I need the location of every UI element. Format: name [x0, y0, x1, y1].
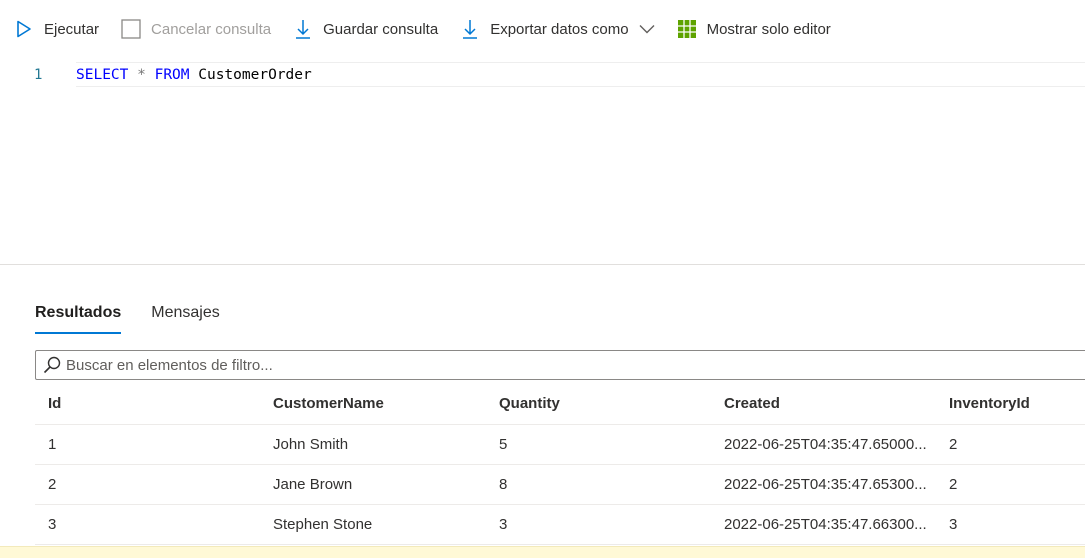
tab-messages[interactable]: Mensajes [151, 296, 219, 334]
search-icon [42, 355, 62, 375]
star-operator: * [128, 66, 155, 83]
table-identifier: CustomerOrder [189, 66, 312, 83]
table-cell: Jane Brown [273, 476, 353, 493]
query-text[interactable]: SELECT * FROM CustomerOrder [76, 62, 1085, 87]
table-cell: 1 [48, 436, 57, 453]
grid-header-row: Id CustomerName Quantity Created Invento… [35, 383, 1085, 425]
table-cell: 5 [499, 436, 508, 453]
column-header-quantity[interactable]: Quantity [486, 395, 711, 412]
filter-input[interactable] [66, 356, 966, 374]
cancel-query-label: Cancelar consulta [151, 20, 272, 38]
save-query-label: Guardar consulta [323, 20, 439, 38]
stop-icon [121, 19, 141, 39]
table-cell: 2022-06-25T04:35:47.65000... [724, 436, 927, 453]
query-toolbar: Ejecutar Cancelar consulta Guardar consu… [0, 0, 1085, 58]
keyword-from: FROM [154, 66, 190, 83]
table-cell: 2 [949, 436, 958, 453]
play-icon [14, 19, 34, 39]
line-number: 1 [34, 66, 43, 83]
table-row[interactable]: 3 Stephen Stone 3 2022-06-25T04:35:47.66… [35, 505, 1085, 545]
table-cell: 2 [949, 476, 958, 493]
column-header-id[interactable]: Id [35, 395, 260, 412]
table-cell: 3 [949, 516, 958, 533]
tab-results[interactable]: Resultados [35, 296, 122, 334]
column-header-created[interactable]: Created [711, 395, 936, 412]
filter-box [35, 350, 1085, 380]
download-icon [293, 19, 313, 39]
table-cell: 2 [48, 476, 57, 493]
show-editor-only-label: Mostrar solo editor [706, 20, 831, 38]
table-cell: 3 [499, 516, 508, 533]
table-cell: 3 [48, 516, 57, 533]
table-cell: Stephen Stone [273, 516, 373, 533]
table-cell: 2022-06-25T04:35:47.66300... [724, 516, 927, 533]
results-grid: Id CustomerName Quantity Created Invento… [35, 383, 1085, 545]
keyword-select: SELECT [76, 66, 129, 83]
run-label: Ejecutar [44, 20, 100, 38]
export-data-button[interactable]: Exportar datos como [460, 13, 655, 45]
download-icon [460, 19, 480, 39]
column-header-inventoryid[interactable]: InventoryId [936, 395, 1085, 412]
query-editor[interactable]: 1 SELECT * FROM CustomerOrder [0, 62, 1085, 265]
table-cell: John Smith [273, 436, 349, 453]
cancel-query-button[interactable]: Cancelar consulta [121, 13, 271, 45]
run-button[interactable]: Ejecutar [14, 13, 99, 45]
table-cell: 8 [499, 476, 508, 493]
status-strip [0, 546, 1085, 558]
column-header-customername[interactable]: CustomerName [260, 395, 486, 412]
results-tabs: Resultados Mensajes [35, 296, 250, 334]
chevron-down-icon[interactable] [639, 24, 655, 34]
editor-line[interactable]: 1 SELECT * FROM CustomerOrder [0, 62, 1085, 87]
table-row[interactable]: 1 John Smith 5 2022-06-25T04:35:47.65000… [35, 425, 1085, 465]
show-editor-only-button[interactable]: Mostrar solo editor [677, 13, 831, 45]
table-cell: 2022-06-25T04:35:47.65300... [724, 476, 927, 493]
grid-icon [677, 19, 697, 39]
save-query-button[interactable]: Guardar consulta [293, 13, 438, 45]
table-row[interactable]: 2 Jane Brown 8 2022-06-25T04:35:47.65300… [35, 465, 1085, 505]
export-data-label: Exportar datos como [490, 20, 629, 38]
